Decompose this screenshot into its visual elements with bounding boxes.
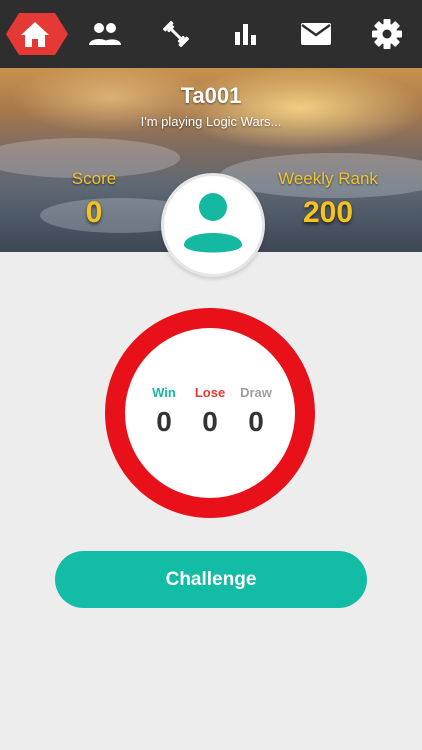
lose-label: Lose — [194, 385, 226, 400]
friends-icon — [89, 23, 122, 45]
mail-icon — [301, 23, 332, 45]
nav-workout[interactable] — [146, 4, 206, 64]
app-screen: Ta001 I'm playing Logic Wars... Score 0 … — [0, 0, 422, 750]
win-value: 0 — [156, 406, 172, 437]
status-message: I'm playing Logic Wars... — [140, 114, 282, 129]
nav-home[interactable] — [5, 4, 69, 64]
top-nav-bar — [0, 0, 422, 68]
user-icon — [184, 193, 242, 253]
nav-friends[interactable] — [75, 4, 135, 64]
weekly-rank-value: 200 — [302, 196, 354, 229]
nav-stats[interactable] — [216, 4, 276, 64]
lose-stat: Lose 0 — [194, 385, 226, 438]
username: Ta001 — [180, 83, 242, 108]
home-icon — [21, 22, 50, 47]
challenge-button[interactable]: Challenge — [55, 551, 367, 608]
win-label: Win — [152, 385, 176, 400]
draw-label: Draw — [240, 385, 272, 400]
gear-icon — [371, 19, 402, 49]
home-active-indicator — [5, 11, 69, 57]
score-value: 0 — [85, 196, 103, 229]
nav-mail[interactable] — [286, 4, 346, 64]
draw-value: 0 — [248, 406, 264, 437]
draw-stat: Draw 0 — [240, 385, 272, 438]
bar-chart-icon — [235, 24, 257, 45]
weekly-rank-label: Weekly Rank — [278, 169, 378, 188]
avatar[interactable] — [161, 173, 265, 277]
nav-settings[interactable] — [357, 4, 417, 64]
lose-value: 0 — [202, 406, 218, 437]
dumbbell-icon — [162, 20, 189, 48]
win-stat: Win 0 — [148, 385, 180, 438]
score-label: Score — [71, 169, 117, 188]
win-lose-draw-record: Win 0 Lose 0 Draw 0 — [104, 385, 316, 438]
